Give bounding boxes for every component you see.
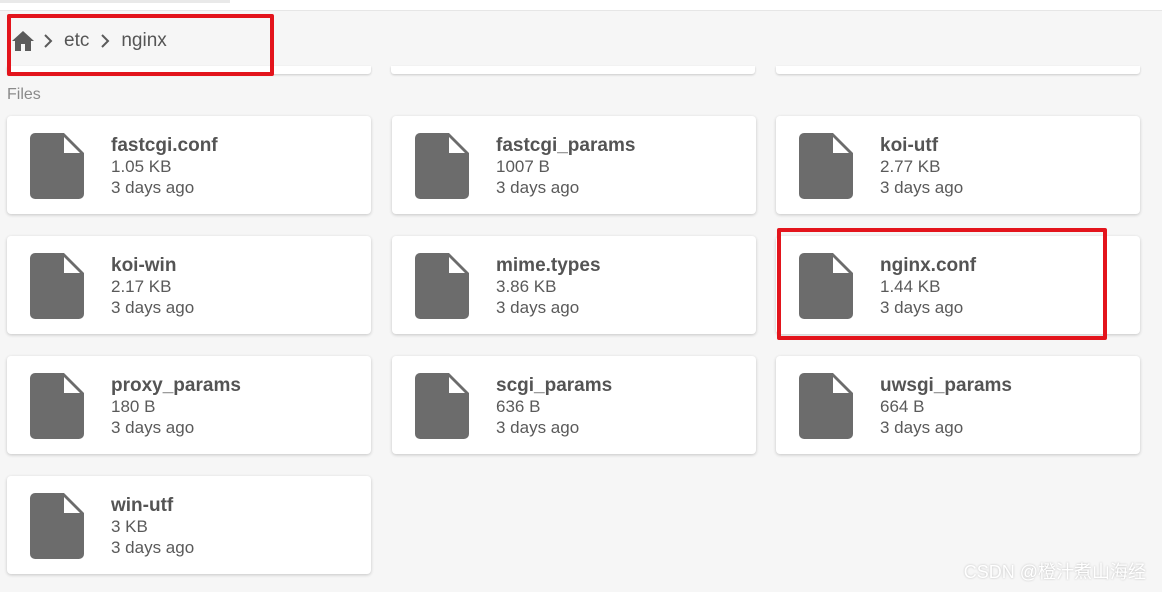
file-name: mime.types xyxy=(496,255,601,276)
file-name: koi-win xyxy=(111,255,177,276)
file-name: proxy_params xyxy=(111,375,241,396)
file-icon xyxy=(799,373,853,439)
file-size: 3 KB xyxy=(111,517,148,536)
file-icon xyxy=(30,373,84,439)
file-card[interactable]: proxy_params 180 B 3 days ago xyxy=(7,356,371,454)
file-icon xyxy=(30,133,84,199)
file-modified: 3 days ago xyxy=(111,298,195,317)
file-icon xyxy=(30,253,84,319)
file-modified: 3 days ago xyxy=(496,178,580,197)
file-size: 1.05 KB xyxy=(111,157,172,176)
file-card[interactable]: win-utf 3 KB 3 days ago xyxy=(7,476,371,574)
file-name: fastcgi_params xyxy=(496,135,636,156)
file-icon xyxy=(799,133,853,199)
file-modified: 3 days ago xyxy=(111,418,195,437)
file-icon xyxy=(415,133,469,199)
file-modified: 3 days ago xyxy=(111,178,195,197)
file-icon xyxy=(415,373,469,439)
file-size: 664 B xyxy=(880,397,925,416)
file-icon xyxy=(415,253,469,319)
watermark: CSDN @橙汁煮山海经 xyxy=(963,562,1146,582)
file-modified: 3 days ago xyxy=(496,418,580,437)
file-size: 3.86 KB xyxy=(496,277,557,296)
file-icon xyxy=(30,493,84,559)
file-card[interactable]: fastcgi_params 1007 B 3 days ago xyxy=(392,116,756,214)
file-card[interactable]: scgi_params 636 B 3 days ago xyxy=(392,356,756,454)
annotation-highlight-breadcrumb xyxy=(7,14,274,76)
file-size: 636 B xyxy=(496,397,541,416)
file-size: 1007 B xyxy=(496,157,550,176)
file-name: koi-utf xyxy=(880,135,939,156)
file-card[interactable]: koi-utf 2.77 KB 3 days ago xyxy=(776,116,1140,214)
file-modified: 3 days ago xyxy=(880,178,964,197)
file-size: 2.17 KB xyxy=(111,277,172,296)
file-card[interactable]: uwsgi_params 664 B 3 days ago xyxy=(776,356,1140,454)
file-modified: 3 days ago xyxy=(880,418,964,437)
file-card[interactable]: koi-win 2.17 KB 3 days ago xyxy=(7,236,371,334)
file-modified: 3 days ago xyxy=(496,298,580,317)
file-name: uwsgi_params xyxy=(880,375,1012,396)
annotation-highlight-nginx-conf xyxy=(777,228,1107,340)
file-name: win-utf xyxy=(111,495,174,516)
file-name: scgi_params xyxy=(496,375,613,396)
file-modified: 3 days ago xyxy=(111,538,195,557)
file-size: 180 B xyxy=(111,397,156,416)
file-size: 2.77 KB xyxy=(880,157,941,176)
file-card[interactable]: fastcgi.conf 1.05 KB 3 days ago xyxy=(7,116,371,214)
file-card[interactable]: mime.types 3.86 KB 3 days ago xyxy=(392,236,756,334)
file-name: fastcgi.conf xyxy=(111,135,218,156)
